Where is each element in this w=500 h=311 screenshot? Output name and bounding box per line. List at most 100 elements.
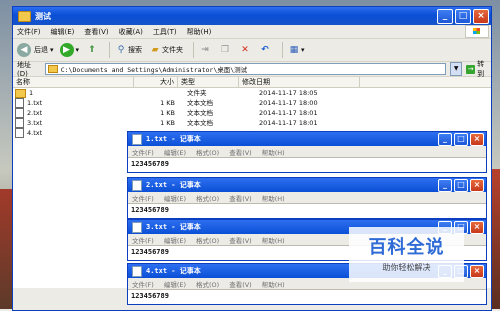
folders-label: 文件夹 xyxy=(162,46,184,54)
address-input[interactable]: C:\Documents and Settings\Administrator\… xyxy=(44,63,447,75)
explorer-titlebar[interactable]: 测试 _ □ × xyxy=(13,7,491,25)
address-bar: 地址(D) C:\Documents and Settings\Administ… xyxy=(13,59,491,79)
menu-format[interactable]: 格式(O) xyxy=(196,193,219,203)
watermark: 百科全说 助你轻松解决 xyxy=(349,227,464,282)
file-name: 1.txt xyxy=(27,99,43,107)
folder-icon xyxy=(18,10,31,22)
list-item[interactable]: 1.txt 1 KB 文本文档 2014-11-17 18:00 xyxy=(13,98,491,108)
menu-edit[interactable]: 编辑(E) xyxy=(164,235,186,245)
file-type: 文本文档 xyxy=(187,119,213,127)
chevron-down-icon: ▾ xyxy=(301,46,305,54)
menu-view[interactable]: 查看(V) xyxy=(229,193,252,203)
text-file-icon xyxy=(15,108,24,118)
menu-help[interactable]: 帮助(H) xyxy=(187,27,212,37)
menu-file[interactable]: 文件(F) xyxy=(17,27,41,37)
menu-format[interactable]: 格式(O) xyxy=(196,147,219,157)
column-header-name[interactable]: 名称 xyxy=(13,77,134,87)
undo-button[interactable]: ↶ xyxy=(258,44,272,56)
explorer-menubar: 文件(F) 编辑(E) 查看(V) 收藏(A) 工具(T) 帮助(H) xyxy=(13,25,491,39)
menu-view[interactable]: 查看(V) xyxy=(229,235,252,245)
forward-arrow-icon: ▶ xyxy=(59,43,74,57)
menu-help[interactable]: 帮助(H) xyxy=(262,235,285,245)
folder-icon xyxy=(47,65,58,73)
delete-icon: ✕ xyxy=(241,45,249,55)
search-icon: ⚲ xyxy=(117,45,125,55)
menu-tools[interactable]: 工具(T) xyxy=(153,27,177,37)
toolbar-separator xyxy=(193,42,195,58)
maximize-button[interactable]: □ xyxy=(454,178,468,192)
close-button[interactable]: × xyxy=(470,220,484,234)
notepad-titlebar[interactable]: 1.txt - 记事本 _ □ × xyxy=(128,132,486,146)
address-label: 地址(D) xyxy=(17,61,31,78)
menu-view[interactable]: 查看(V) xyxy=(229,147,252,157)
menu-file[interactable]: 文件(F) xyxy=(132,235,154,245)
notepad-titlebar[interactable]: 2.txt - 记事本 _ □ × xyxy=(128,178,486,192)
close-button[interactable]: × xyxy=(470,132,484,146)
close-button[interactable]: × xyxy=(470,178,484,192)
menu-edit[interactable]: 编辑(E) xyxy=(51,27,75,37)
menu-help[interactable]: 帮助(H) xyxy=(262,147,285,157)
menu-file[interactable]: 文件(F) xyxy=(132,147,154,157)
file-name: 3.txt xyxy=(27,119,43,127)
notepad-text-area[interactable]: 123456789 xyxy=(128,157,486,172)
delete-button[interactable]: ✕ xyxy=(238,44,252,56)
copy-to-button[interactable]: ❐ xyxy=(218,44,232,56)
chevron-down-icon: ▾ xyxy=(75,46,80,54)
maximize-button[interactable]: □ xyxy=(455,8,471,24)
list-item[interactable]: 1 文件夹 2014-11-17 18:05 xyxy=(13,88,491,98)
list-item[interactable]: 2.txt 1 KB 文本文档 2014-11-17 18:01 xyxy=(13,108,491,118)
menu-format[interactable]: 格式(O) xyxy=(196,235,219,245)
minimize-button[interactable]: _ xyxy=(437,8,453,24)
go-arrow-icon: → xyxy=(466,64,476,74)
menu-help[interactable]: 帮助(H) xyxy=(262,279,285,289)
notepad-text-area[interactable]: 123456789 xyxy=(128,289,486,304)
wallpaper-left xyxy=(0,189,12,309)
go-label: 转到 xyxy=(477,60,485,78)
menu-format[interactable]: 格式(O) xyxy=(196,279,219,289)
forward-button[interactable]: ▶ ▾ xyxy=(59,43,80,57)
folder-icon xyxy=(15,88,26,98)
menu-file[interactable]: 文件(F) xyxy=(132,279,154,289)
minimize-button[interactable]: _ xyxy=(438,178,452,192)
file-type: 文本文档 xyxy=(187,99,213,107)
column-headers: 名称 大小 类型 修改日期 xyxy=(13,77,491,88)
file-size: 1 KB xyxy=(160,119,175,127)
views-icon: ▦ xyxy=(289,45,299,55)
file-size xyxy=(135,88,175,98)
folders-button[interactable]: ▰ 文件夹 xyxy=(148,44,183,56)
menu-favorites[interactable]: 收藏(A) xyxy=(119,27,143,37)
menu-edit[interactable]: 编辑(E) xyxy=(164,193,186,203)
back-arrow-icon: ◀ xyxy=(17,43,31,57)
close-button[interactable]: × xyxy=(470,264,484,278)
explorer-toolbar: ◀ 后退 ▾ ▶ ▾ ⇑ ⚲ 搜索 ▰ 文件夹 ⇥ ❐ ✕ ↶ ▦ ▾ xyxy=(13,39,491,62)
menu-help[interactable]: 帮助(H) xyxy=(262,193,285,203)
menu-edit[interactable]: 编辑(E) xyxy=(164,279,186,289)
maximize-button[interactable]: □ xyxy=(454,132,468,146)
close-button[interactable]: × xyxy=(473,8,489,24)
search-button[interactable]: ⚲ 搜索 xyxy=(114,44,142,56)
up-folder-button[interactable]: ⇑ xyxy=(85,44,99,56)
menu-view[interactable]: 查看(V) xyxy=(229,279,252,289)
file-size: 1 KB xyxy=(160,109,175,117)
column-header-date[interactable]: 修改日期 xyxy=(239,77,360,87)
undo-icon: ↶ xyxy=(261,45,269,55)
notepad-text-area[interactable]: 123456789 xyxy=(128,203,486,218)
list-item[interactable]: 3.txt 1 KB 文本文档 2014-11-17 18:01 xyxy=(13,118,491,128)
go-button[interactable]: → 转到 xyxy=(466,59,491,79)
views-button[interactable]: ▦ ▾ xyxy=(287,44,305,56)
text-file-icon xyxy=(15,118,24,128)
notepad-title: 2.txt - 记事本 xyxy=(146,181,201,189)
watermark-subtitle: 助你轻松解决 xyxy=(382,263,431,272)
minimize-button[interactable]: _ xyxy=(438,132,452,146)
menu-view[interactable]: 查看(V) xyxy=(84,27,108,37)
back-button[interactable]: ◀ 后退 ▾ xyxy=(17,43,54,57)
column-header-size[interactable]: 大小 xyxy=(134,77,178,87)
move-to-button[interactable]: ⇥ xyxy=(198,44,212,56)
file-size: 1 KB xyxy=(160,99,175,107)
menu-edit[interactable]: 编辑(E) xyxy=(164,147,186,157)
column-header-type[interactable]: 类型 xyxy=(178,77,239,87)
menu-file[interactable]: 文件(F) xyxy=(132,193,154,203)
file-date: 2014-11-17 18:01 xyxy=(259,119,318,127)
address-dropdown-button[interactable]: ▼ xyxy=(450,62,463,76)
address-text: C:\Documents and Settings\Administrator\… xyxy=(60,66,248,74)
